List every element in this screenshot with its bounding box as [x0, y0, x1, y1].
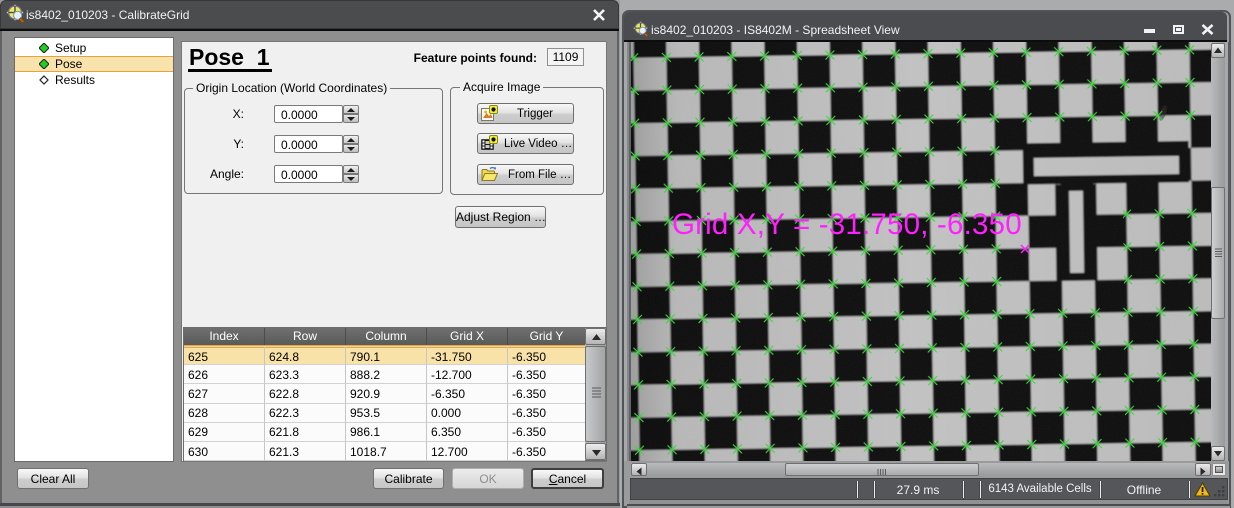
svg-text:Grid X,Y = -31.750, -6.350: Grid X,Y = -31.750, -6.350 — [672, 208, 1022, 241]
